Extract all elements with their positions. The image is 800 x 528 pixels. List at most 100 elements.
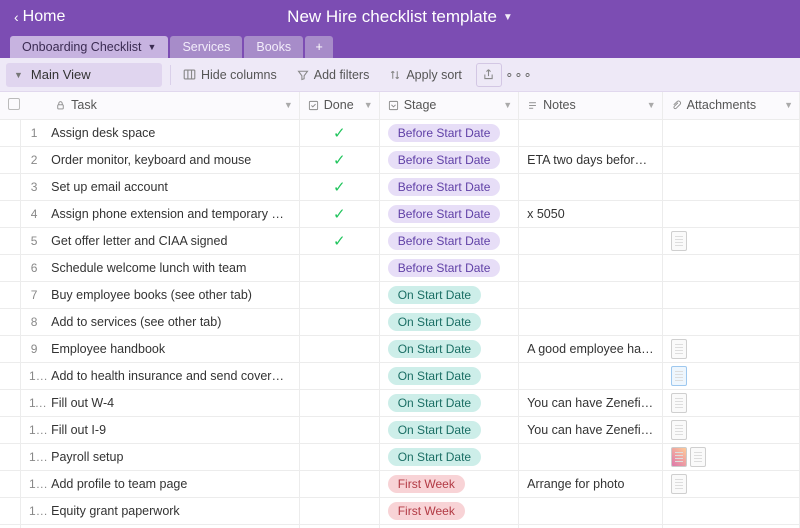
cell-attachments[interactable] [662,335,799,362]
cell-notes[interactable]: You can have Zenefits… [519,416,663,443]
attachment-thumbnail[interactable] [690,447,706,467]
attachment-thumbnail[interactable] [671,231,687,251]
cell-done[interactable]: ✓ [299,119,379,146]
table-row[interactable]: 10Add to health insurance and send cover… [0,362,800,389]
column-header-attachments[interactable]: Attachments ▼ [662,92,799,119]
cell-stage[interactable]: Before Start Date [379,119,518,146]
cell-task[interactable]: Assign desk space [47,119,299,146]
table-row[interactable]: 11Fill out W-4On Start DateYou can have … [0,389,800,416]
cell-done[interactable] [299,470,379,497]
cell-notes[interactable]: ETA two days before start… [519,146,663,173]
cell-attachments[interactable] [662,146,799,173]
table-row[interactable]: 14Add profile to team pageFirst WeekArra… [0,470,800,497]
add-tab-button[interactable]: + [305,36,333,58]
cell-done[interactable] [299,281,379,308]
cell-stage[interactable]: Second Week [379,524,518,528]
tab-services[interactable]: Services [170,36,242,58]
cell-notes[interactable]: You can have Zenefits… [519,389,663,416]
cell-done[interactable]: ✓ [299,200,379,227]
cell-stage[interactable]: On Start Date [379,308,518,335]
cell-attachments[interactable] [662,362,799,389]
cell-stage[interactable]: On Start Date [379,281,518,308]
cell-attachments[interactable] [662,173,799,200]
table-row[interactable]: 1Assign desk space✓Before Start Date [0,119,800,146]
cell-notes[interactable] [519,173,663,200]
cell-notes[interactable] [519,254,663,281]
share-button[interactable] [476,63,502,87]
table-row[interactable]: 2Order monitor, keyboard and mouse✓Befor… [0,146,800,173]
cell-done[interactable] [299,497,379,524]
cell-notes[interactable] [519,308,663,335]
cell-task[interactable]: Employee handbook [47,335,299,362]
cell-done[interactable] [299,524,379,528]
cell-notes[interactable]: A good employee handbo… [519,335,663,362]
table-row[interactable]: 4Assign phone extension and temporary pa… [0,200,800,227]
tab-books[interactable]: Books [244,36,303,58]
cell-notes[interactable] [519,497,663,524]
cell-stage[interactable]: Before Start Date [379,254,518,281]
row-checkbox-cell[interactable] [0,173,21,200]
hide-columns-button[interactable]: Hide columns [173,63,287,87]
cell-stage[interactable]: On Start Date [379,443,518,470]
table-row[interactable]: 8Add to services (see other tab)On Start… [0,308,800,335]
attachment-thumbnail[interactable] [671,393,687,413]
attachment-thumbnail[interactable] [671,366,687,386]
column-header-checkbox[interactable] [0,92,21,119]
cell-done[interactable]: ✓ [299,146,379,173]
apply-sort-button[interactable]: Apply sort [379,63,472,87]
row-checkbox-cell[interactable] [0,389,21,416]
cell-task[interactable]: Order monitor, keyboard and mouse [47,146,299,173]
cell-stage[interactable]: On Start Date [379,362,518,389]
cell-task[interactable]: Set up email account [47,173,299,200]
row-checkbox-cell[interactable] [0,443,21,470]
document-title-dropdown[interactable]: New Hire checklist template ▼ [287,7,513,27]
cell-notes[interactable] [519,362,663,389]
cell-stage[interactable]: On Start Date [379,335,518,362]
cell-stage[interactable]: On Start Date [379,416,518,443]
cell-attachments[interactable] [662,470,799,497]
cell-notes[interactable] [519,443,663,470]
cell-done[interactable] [299,443,379,470]
table-row[interactable]: 13Payroll setupOn Start Date [0,443,800,470]
cell-task[interactable]: Schedule 1:1s [47,524,299,528]
view-selector[interactable]: ▼ Main View [6,63,162,87]
cell-task[interactable]: Add to health insurance and send coverag… [47,362,299,389]
cell-task[interactable]: Get offer letter and CIAA signed [47,227,299,254]
cell-notes[interactable]: x 5050 [519,200,663,227]
cell-done[interactable]: ✓ [299,227,379,254]
row-checkbox-cell[interactable] [0,119,21,146]
cell-task[interactable]: Add to services (see other tab) [47,308,299,335]
cell-task[interactable]: Fill out I-9 [47,416,299,443]
column-header-stage[interactable]: Stage ▼ [379,92,518,119]
row-checkbox-cell[interactable] [0,281,21,308]
row-checkbox-cell[interactable] [0,227,21,254]
row-checkbox-cell[interactable] [0,308,21,335]
table-row[interactable]: 16Schedule 1:1sSecond Week [0,524,800,528]
cell-notes[interactable] [519,524,663,528]
cell-attachments[interactable] [662,308,799,335]
cell-notes[interactable]: Arrange for photo [519,470,663,497]
cell-stage[interactable]: Before Start Date [379,173,518,200]
cell-notes[interactable] [519,119,663,146]
cell-done[interactable] [299,335,379,362]
attachment-thumbnail[interactable] [671,420,687,440]
cell-attachments[interactable] [662,254,799,281]
table-row[interactable]: 12Fill out I-9On Start DateYou can have … [0,416,800,443]
table-row[interactable]: 15Equity grant paperworkFirst Week [0,497,800,524]
column-header-done[interactable]: Done ▼ [299,92,379,119]
cell-task[interactable]: Add profile to team page [47,470,299,497]
cell-task[interactable]: Equity grant paperwork [47,497,299,524]
cell-attachments[interactable] [662,200,799,227]
more-options-button[interactable]: ∘∘∘ [506,63,532,87]
column-header-task[interactable]: Task ▼ [47,92,299,119]
row-checkbox-cell[interactable] [0,335,21,362]
cell-stage[interactable]: First Week [379,470,518,497]
cell-task[interactable]: Buy employee books (see other tab) [47,281,299,308]
home-link[interactable]: ‹ Home [14,8,65,26]
cell-done[interactable] [299,416,379,443]
table-row[interactable]: 6Schedule welcome lunch with teamBefore … [0,254,800,281]
table-row[interactable]: 7Buy employee books (see other tab)On St… [0,281,800,308]
cell-notes[interactable] [519,227,663,254]
row-checkbox-cell[interactable] [0,200,21,227]
cell-done[interactable]: ✓ [299,173,379,200]
